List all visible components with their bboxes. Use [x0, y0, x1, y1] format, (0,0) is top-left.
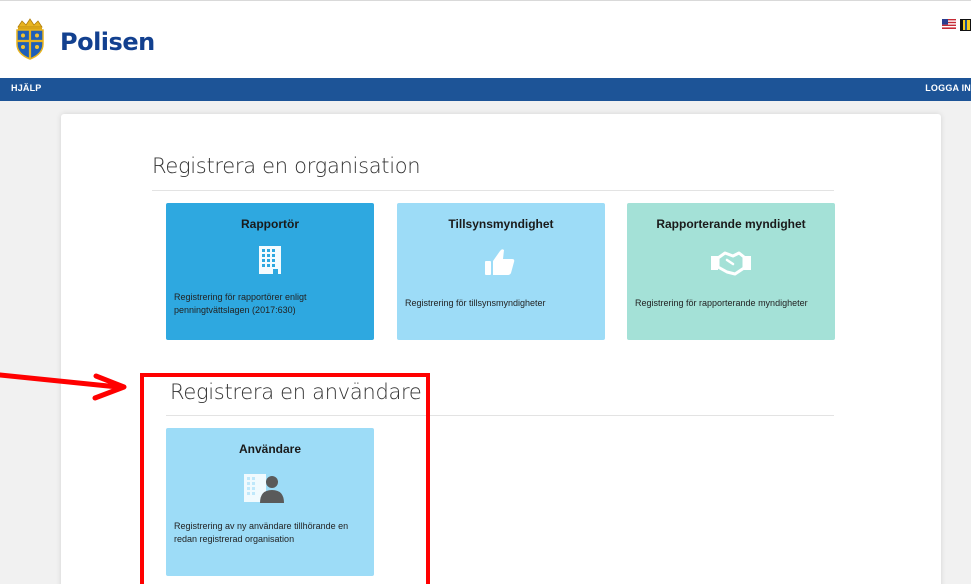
tile-reporter-description: Registrering för rapportörer enligt penn…: [174, 292, 307, 315]
building-icon: [259, 246, 281, 274]
tile-reporter-title: Rapportör: [241, 217, 299, 231]
sweden-flag-icon[interactable]: [960, 19, 971, 31]
red-arrow-icon: [0, 372, 127, 401]
top-navbar: HJÄLP LOGGA IN: [0, 78, 971, 101]
tile-reporter[interactable]: Rapportör Registrering för rapportörer e…: [166, 203, 374, 340]
tile-reporting-authority-description: Registrering för rapporterande myndighet…: [635, 298, 808, 308]
highlight-box: [140, 373, 430, 584]
tile-reporting-authority[interactable]: Rapporterande myndighet Registrering för…: [627, 203, 835, 340]
tile-supervisory-authority[interactable]: Tillsynsmyndighet Registrering för tills…: [397, 203, 605, 340]
handshake-icon: [711, 251, 751, 276]
login-link[interactable]: LOGGA IN: [925, 83, 971, 93]
section-divider: [152, 190, 834, 191]
tile-supervisory-description: Registrering för tillsynsmyndigheter: [405, 298, 546, 308]
thumbs-up-icon: [485, 249, 515, 275]
header: Polisen: [0, 0, 971, 78]
help-link[interactable]: HJÄLP: [11, 83, 42, 93]
us-flag-icon[interactable]: [942, 19, 956, 29]
register-organisation-heading: Registrera en organisation: [152, 154, 421, 178]
polisen-logo-text[interactable]: Polisen: [60, 28, 155, 56]
crown-shield-emblem-icon[interactable]: [12, 17, 48, 61]
language-selector: [942, 19, 971, 31]
tile-reporting-authority-title: Rapporterande myndighet: [656, 217, 806, 231]
tile-supervisory-title: Tillsynsmyndighet: [448, 217, 554, 231]
